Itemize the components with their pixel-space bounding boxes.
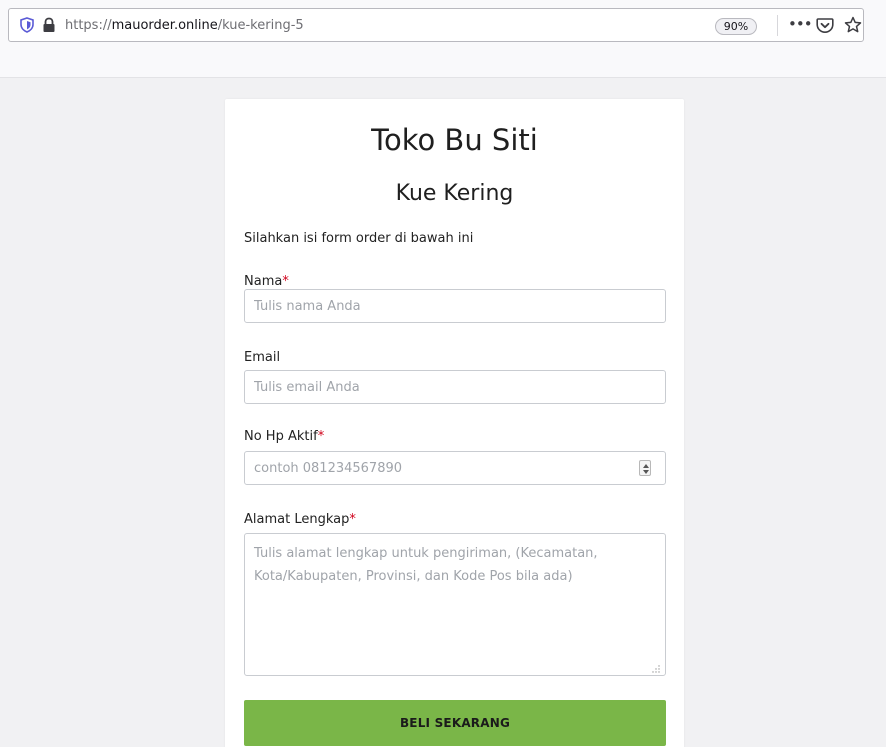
required-mark: *: [282, 274, 289, 289]
email-input[interactable]: [244, 370, 666, 404]
lock-icon[interactable]: [42, 17, 56, 33]
url-text[interactable]: https://mauorder.online/kue-kering-5: [65, 17, 304, 34]
spinner-down-icon[interactable]: [643, 470, 649, 474]
buy-now-button[interactable]: BELI SEKARANG: [244, 700, 666, 746]
required-mark: *: [317, 429, 325, 444]
pocket-icon[interactable]: [816, 17, 834, 34]
phone-label: No Hp Aktif*: [244, 428, 324, 446]
name-input[interactable]: [244, 289, 666, 323]
bookmark-star-icon[interactable]: [844, 16, 862, 34]
toolbar-separator: [777, 15, 778, 36]
form-intro-text: Silahkan isi form order di bawah ini: [244, 231, 474, 246]
phone-label-text: No Hp Aktif: [244, 429, 318, 444]
address-bar[interactable]: https://mauorder.online/kue-kering-5 90%…: [8, 8, 864, 42]
phone-input[interactable]: [244, 451, 666, 485]
address-textarea[interactable]: [244, 533, 666, 676]
name-label-text: Nama: [244, 274, 283, 289]
phone-field: [244, 451, 666, 485]
url-path: /kue-kering-5: [217, 18, 304, 33]
product-title: Kue Kering: [395, 181, 514, 206]
browser-toolbar: https://mauorder.online/kue-kering-5 90%…: [0, 0, 886, 78]
more-icon[interactable]: •••: [788, 14, 813, 34]
resize-grip-icon[interactable]: [652, 665, 660, 673]
required-mark: *: [349, 512, 356, 527]
spinner-up-icon[interactable]: [643, 464, 649, 468]
order-form-card: Toko Bu Siti Kue Kering Silahkan isi for…: [225, 99, 684, 747]
email-label: Email: [244, 350, 281, 365]
url-host: mauorder.online: [111, 18, 218, 33]
shield-icon[interactable]: [19, 17, 35, 33]
zoom-level-badge[interactable]: 90%: [715, 18, 757, 35]
number-spinner-icon[interactable]: [639, 460, 651, 476]
address-label-text: Alamat Lengkap: [244, 512, 350, 527]
address-label: Alamat Lengkap*: [244, 511, 356, 529]
url-prefix: https://: [65, 18, 112, 33]
shop-title: Toko Bu Siti: [371, 123, 538, 157]
